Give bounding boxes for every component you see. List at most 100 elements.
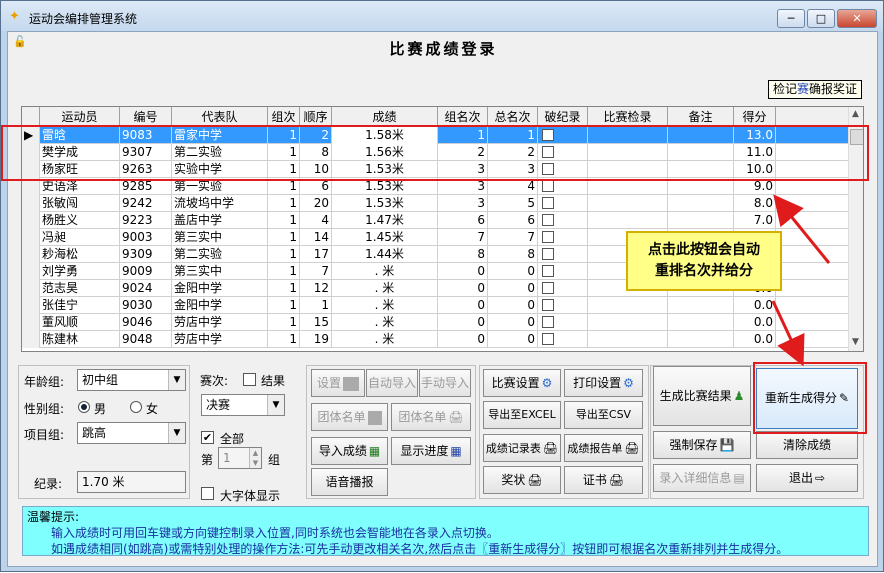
table-cell[interactable] bbox=[588, 314, 668, 331]
table-cell[interactable] bbox=[538, 246, 588, 263]
table-cell[interactable] bbox=[538, 229, 588, 246]
table-row[interactable]: 杨胜义 9223 盖店中学 1 4 1.47米 6 6 7.0 bbox=[22, 212, 848, 229]
table-cell[interactable]: 9048 bbox=[120, 331, 172, 348]
table-cell[interactable]: 0 bbox=[488, 263, 538, 280]
table-row[interactable]: 张敏闯 9242 流坡坞中学 1 20 1.53米 3 5 8.0 bbox=[22, 195, 848, 212]
generate-results-button[interactable]: 生成比赛结果 ♟ bbox=[653, 366, 751, 426]
table-cell[interactable] bbox=[668, 297, 734, 314]
row-indicator-icon[interactable] bbox=[22, 331, 40, 348]
record-break-checkbox[interactable] bbox=[542, 179, 554, 192]
table-cell[interactable]: 8 bbox=[488, 246, 538, 263]
table-cell[interactable]: 1 bbox=[268, 229, 300, 246]
table-cell[interactable]: 范志昊 bbox=[40, 280, 120, 297]
table-cell[interactable]: 9223 bbox=[120, 212, 172, 229]
table-cell[interactable]: 1 bbox=[268, 297, 300, 314]
table-cell[interactable] bbox=[538, 212, 588, 229]
result-table-button[interactable]: 成绩记录表 🖨 bbox=[483, 434, 561, 462]
table-cell[interactable]: 6 bbox=[488, 212, 538, 229]
row-indicator-icon[interactable] bbox=[22, 263, 40, 280]
table-cell[interactable] bbox=[538, 314, 588, 331]
table-cell[interactable]: 刘学勇 bbox=[40, 263, 120, 280]
auto-import-button[interactable]: 自动导入 bbox=[366, 369, 418, 397]
table-cell[interactable] bbox=[588, 297, 668, 314]
table-cell[interactable]: 5 bbox=[488, 195, 538, 212]
table-cell[interactable]: 6 bbox=[438, 212, 488, 229]
table-cell[interactable]: . 米 bbox=[332, 280, 438, 297]
table-cell[interactable]: 8 bbox=[438, 246, 488, 263]
table-cell[interactable]: 0.0 bbox=[734, 297, 776, 314]
record-field[interactable]: 1.70 米 bbox=[77, 471, 186, 493]
row-indicator-icon[interactable] bbox=[22, 246, 40, 263]
voice-broadcast-button[interactable]: 语音播报 bbox=[311, 468, 388, 496]
export-excel-button[interactable]: 导出至EXCEL bbox=[483, 401, 561, 429]
table-cell[interactable]: 9024 bbox=[120, 280, 172, 297]
table-cell[interactable]: 0 bbox=[488, 297, 538, 314]
group-stepper[interactable]: 1 ▲ ▼ bbox=[218, 447, 262, 469]
manual-import-button[interactable]: 手动导入 bbox=[419, 369, 471, 397]
table-cell[interactable]: 金阳中学 bbox=[172, 297, 268, 314]
table-cell[interactable]: 耖海松 bbox=[40, 246, 120, 263]
scroll-down-icon[interactable]: ▼ bbox=[852, 337, 859, 347]
table-cell[interactable]: 17 bbox=[300, 246, 332, 263]
table-cell[interactable]: 12 bbox=[300, 280, 332, 297]
row-indicator-icon[interactable] bbox=[22, 212, 40, 229]
record-break-checkbox[interactable] bbox=[542, 196, 554, 209]
team-list-button-2[interactable]: 团体名单 🖨 bbox=[391, 403, 471, 431]
table-cell[interactable]: 张佳宁 bbox=[40, 297, 120, 314]
table-cell[interactable] bbox=[668, 212, 734, 229]
table-cell[interactable]: 8.0 bbox=[734, 195, 776, 212]
table-row[interactable]: 陈建林 9048 劳店中学 1 19. 米 0 0 0.0 bbox=[22, 331, 848, 348]
table-cell[interactable]: 1 bbox=[268, 314, 300, 331]
row-indicator-icon[interactable] bbox=[22, 229, 40, 246]
table-cell[interactable]: 9003 bbox=[120, 229, 172, 246]
table-cell[interactable] bbox=[668, 331, 734, 348]
table-cell[interactable]: 9309 bbox=[120, 246, 172, 263]
table-cell[interactable]: 第二实验 bbox=[172, 246, 268, 263]
table-cell[interactable]: 7 bbox=[438, 229, 488, 246]
table-cell[interactable]: 0 bbox=[488, 314, 538, 331]
table-cell[interactable]: 9046 bbox=[120, 314, 172, 331]
table-cell[interactable]: 1.44米 bbox=[332, 246, 438, 263]
column-header[interactable]: 顺序 bbox=[300, 107, 332, 127]
record-break-checkbox[interactable] bbox=[542, 247, 554, 260]
table-cell[interactable] bbox=[538, 195, 588, 212]
table-cell[interactable]: 7 bbox=[300, 263, 332, 280]
table-cell[interactable]: 0 bbox=[438, 297, 488, 314]
record-break-checkbox[interactable] bbox=[542, 298, 554, 311]
exit-button[interactable]: 退出 ⇨ bbox=[756, 464, 858, 492]
force-save-button[interactable]: 强制保存 💾 bbox=[653, 431, 751, 459]
result-checkbox[interactable] bbox=[243, 373, 256, 386]
column-header[interactable]: 破纪录 bbox=[538, 107, 588, 127]
column-header[interactable]: 总名次 bbox=[488, 107, 538, 127]
award-button[interactable]: 奖状 🖨 bbox=[483, 466, 561, 494]
table-cell[interactable]: 14 bbox=[300, 229, 332, 246]
table-cell[interactable]: 陈建林 bbox=[40, 331, 120, 348]
table-cell[interactable]: 7.0 bbox=[734, 212, 776, 229]
event-select[interactable]: 跳高 ▼ bbox=[77, 422, 186, 444]
table-cell[interactable]: 1 bbox=[268, 195, 300, 212]
table-cell[interactable]: 20 bbox=[300, 195, 332, 212]
stepper-arrows-icon[interactable]: ▲ ▼ bbox=[249, 448, 261, 468]
table-cell[interactable]: 0 bbox=[438, 314, 488, 331]
table-cell[interactable]: 9030 bbox=[120, 297, 172, 314]
big-font-checkbox[interactable] bbox=[201, 487, 214, 500]
table-cell[interactable]: 流坡坞中学 bbox=[172, 195, 268, 212]
row-indicator-icon[interactable] bbox=[22, 297, 40, 314]
table-cell[interactable]: 9242 bbox=[120, 195, 172, 212]
table-cell[interactable]: 杨胜义 bbox=[40, 212, 120, 229]
table-cell[interactable]: 第三实中 bbox=[172, 229, 268, 246]
table-cell[interactable]: 金阳中学 bbox=[172, 280, 268, 297]
column-header[interactable]: 比赛检录 bbox=[588, 107, 668, 127]
table-cell[interactable]: . 米 bbox=[332, 314, 438, 331]
male-radio[interactable] bbox=[78, 401, 90, 413]
table-cell[interactable]: 盖店中学 bbox=[172, 212, 268, 229]
table-cell[interactable]: . 米 bbox=[332, 297, 438, 314]
row-indicator-icon[interactable] bbox=[22, 314, 40, 331]
table-cell[interactable] bbox=[588, 331, 668, 348]
table-cell[interactable]: 0.0 bbox=[734, 314, 776, 331]
table-cell[interactable]: 0 bbox=[438, 331, 488, 348]
column-header[interactable]: 代表队 bbox=[172, 107, 268, 127]
table-cell[interactable] bbox=[538, 263, 588, 280]
table-cell[interactable]: 1 bbox=[268, 280, 300, 297]
table-cell[interactable]: 张敏闯 bbox=[40, 195, 120, 212]
